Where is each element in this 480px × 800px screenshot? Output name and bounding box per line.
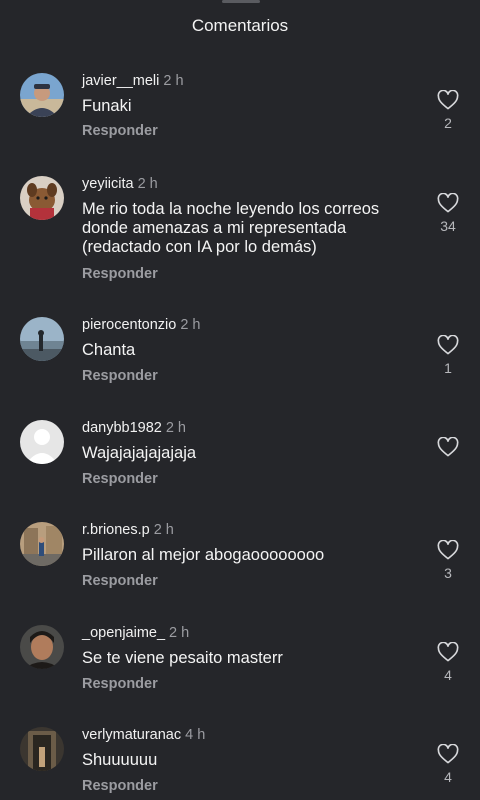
heart-icon <box>437 744 459 764</box>
avatar[interactable] <box>20 73 64 117</box>
like-count: 2 <box>444 115 452 131</box>
reply-button[interactable]: Responder <box>82 471 158 487</box>
comment-username[interactable]: danybb1982 <box>82 420 162 436</box>
like-count: 3 <box>444 565 452 581</box>
comment-time: 4 h <box>185 727 206 743</box>
heart-icon <box>437 437 459 457</box>
reply-button[interactable]: Responder <box>82 266 158 282</box>
reply-button[interactable]: Responder <box>82 676 158 692</box>
comment-text: Funaki <box>82 97 132 115</box>
page-title: Comentarios <box>191 16 289 35</box>
comment-username[interactable]: r.briones.p <box>82 522 150 538</box>
comment-text: Se te viene pesaito masterr <box>82 649 283 667</box>
like-count: 4 <box>444 667 452 683</box>
comment-text: Shuuuuuu <box>82 751 158 769</box>
comment-time: 2 h <box>153 522 174 538</box>
comment-time: 2 h <box>180 317 201 333</box>
like-count: 4 <box>444 769 452 785</box>
avatar[interactable] <box>20 420 64 464</box>
reply-button[interactable]: Responder <box>82 778 158 794</box>
avatar[interactable] <box>20 522 64 566</box>
like-button[interactable] <box>432 437 464 462</box>
comment-time: 2 h <box>165 420 186 436</box>
like-button[interactable]: 2 <box>432 90 464 131</box>
default-avatar-icon <box>20 420 64 464</box>
heart-icon <box>437 193 459 213</box>
avatar[interactable] <box>20 625 64 669</box>
doorway-avatar-icon <box>20 727 64 771</box>
like-button[interactable]: 4 <box>432 744 464 785</box>
like-count: 1 <box>444 360 452 376</box>
comment-username[interactable]: verlymaturanac <box>82 727 181 743</box>
comment-text: Wajajajajajajaja <box>82 444 197 462</box>
reply-button[interactable]: Responder <box>82 573 158 589</box>
reply-button[interactable]: Responder <box>82 368 158 384</box>
dog-avatar-icon <box>20 176 64 220</box>
heart-icon <box>437 540 459 560</box>
like-button[interactable]: 1 <box>432 335 464 376</box>
beach-walk-avatar-icon <box>20 317 64 361</box>
street-avatar-icon <box>20 522 64 566</box>
like-button[interactable]: 3 <box>432 540 464 581</box>
comment-text: Me rio toda la noche leyendo los correos… <box>82 200 380 256</box>
avatar[interactable] <box>20 176 64 220</box>
reply-button[interactable]: Responder <box>82 123 158 139</box>
comment-username[interactable]: yeyiicita <box>82 176 134 192</box>
like-button[interactable]: 4 <box>432 642 464 683</box>
comment-time: 2 h <box>137 176 158 192</box>
avatar[interactable] <box>20 317 64 361</box>
heart-icon <box>437 642 459 662</box>
like-button[interactable]: 34 <box>432 193 464 234</box>
like-count: 34 <box>440 218 456 234</box>
heart-icon <box>437 335 459 355</box>
comment-time: 2 h <box>169 625 190 641</box>
avatar[interactable] <box>20 727 64 771</box>
comment-username[interactable]: pierocentonzio <box>82 317 176 333</box>
comment-username[interactable]: javier__meli <box>82 73 159 89</box>
comment-text: Chanta <box>82 341 136 359</box>
portrait-avatar-icon <box>20 625 64 669</box>
comment-username[interactable]: _openjaime_ <box>82 625 165 641</box>
heart-icon <box>437 90 459 110</box>
comment-text: Pillaron al mejor abogaoooooooo <box>82 546 325 564</box>
comment-time: 2 h <box>163 73 184 89</box>
man-beach-avatar-icon <box>20 73 64 117</box>
